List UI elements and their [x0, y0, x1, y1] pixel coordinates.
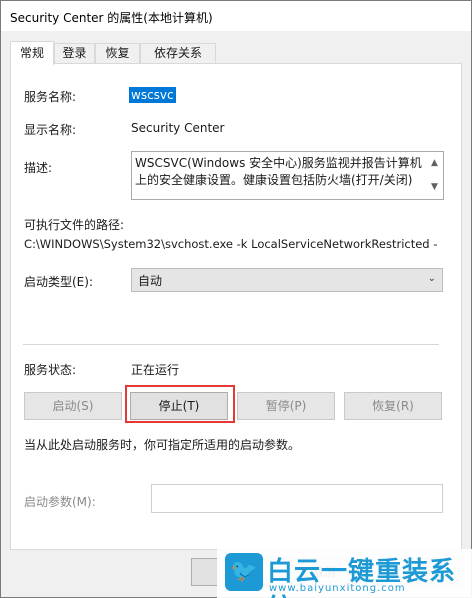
chevron-down-icon: ⌄	[427, 273, 436, 284]
tab-logon[interactable]: 登录	[54, 43, 95, 64]
section-divider	[23, 344, 439, 345]
start-button[interactable]: 启动(S)	[24, 392, 122, 420]
service-status-value: 正在运行	[131, 363, 180, 377]
tab-general[interactable]: 常规	[10, 41, 54, 65]
startup-type-value: 自动	[138, 274, 163, 288]
title-bar[interactable]: Security Center 的属性(本地计算机)	[1, 1, 471, 31]
resume-button[interactable]: 恢复(R)	[344, 392, 442, 420]
pause-button[interactable]: 暂停(P)	[237, 392, 335, 420]
tab-recovery[interactable]: 恢复	[95, 43, 140, 64]
startup-type-select[interactable]: 自动 ⌄	[131, 268, 443, 292]
service-name-value[interactable]: wscsvc	[129, 87, 176, 103]
watermark-url: www.baiyunxitong.com	[269, 583, 406, 594]
start-params-input[interactable]	[151, 484, 443, 513]
service-status-label: 服务状态:	[24, 363, 77, 377]
description-scrollbar[interactable]: ▲ ▼	[428, 152, 443, 199]
description-text: WSCSVC(Windows 安全中心)服务监视并报告计算机上的安全健康设置。健…	[135, 156, 422, 187]
window-title: Security Center 的属性(本地计算机)	[10, 11, 213, 25]
start-params-label: 启动参数(M):	[24, 495, 96, 509]
general-panel: 服务名称: wscsvc 显示名称: Security Center 描述: W…	[10, 63, 462, 550]
display-name-value[interactable]: Security Center	[131, 121, 224, 135]
startup-type-label: 启动类型(E):	[24, 275, 93, 289]
service-name-label: 服务名称:	[24, 90, 77, 104]
bird-logo-icon: 🐦	[225, 553, 263, 591]
properties-dialog: Security Center 的属性(本地计算机) 常规 登录 恢复 依存关系…	[0, 0, 472, 598]
scroll-up-icon[interactable]: ▲	[431, 155, 438, 172]
tab-strip: 常规 登录 恢复 依存关系	[10, 41, 462, 65]
stop-button-highlight	[125, 385, 235, 423]
start-params-hint: 当从此处启动服务时，你可指定所适用的启动参数。	[24, 438, 301, 452]
watermark: 🐦 白云一键重装系统 www.baiyunxitong.com	[217, 549, 472, 598]
tab-dependencies[interactable]: 依存关系	[140, 43, 216, 64]
description-label: 描述:	[24, 161, 53, 175]
exe-path-label: 可执行文件的路径:	[24, 218, 125, 232]
scroll-down-icon[interactable]: ▼	[431, 179, 438, 196]
display-name-label: 显示名称:	[24, 123, 77, 137]
description-textbox[interactable]: WSCSVC(Windows 安全中心)服务监视并报告计算机上的安全健康设置。健…	[131, 151, 444, 200]
exe-path-value[interactable]: C:\WINDOWS\System32\svchost.exe -k Local…	[24, 237, 437, 251]
